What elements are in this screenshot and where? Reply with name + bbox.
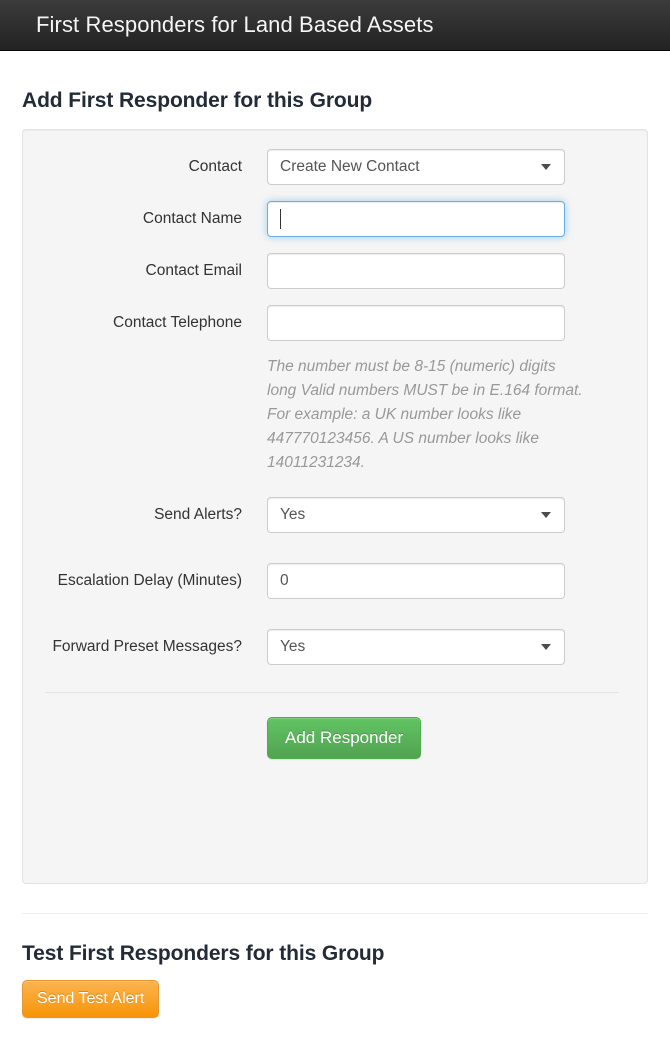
send-alerts-select-wrap: Yes: [267, 497, 565, 533]
form-row-contact-name: Contact Name: [23, 201, 647, 237]
add-responder-heading: Add First Responder for this Group: [22, 89, 373, 112]
navbar-title: First Responders for Land Based Assets: [36, 12, 434, 37]
contact-email-input[interactable]: [267, 253, 565, 289]
label-contact-name: Contact Name: [142, 210, 242, 227]
form-row-contact: Contact Create New Contact: [23, 149, 647, 185]
label-contact-telephone: Contact Telephone: [113, 314, 242, 331]
page-content: Add First Responder for this Group Conta…: [0, 89, 670, 1018]
label-forward-preset-messages: Forward Preset Messages?: [52, 638, 242, 655]
text-caret: [280, 209, 281, 229]
add-responder-button[interactable]: Add Responder: [267, 717, 422, 759]
send-alerts-select[interactable]: Yes: [267, 497, 565, 533]
forward-preset-select-wrap: Yes: [267, 629, 565, 665]
contact-select-wrap: Create New Contact: [267, 149, 565, 185]
top-navbar: First Responders for Land Based Assets: [0, 0, 670, 51]
contact-name-input-wrap: [267, 201, 565, 237]
telephone-help-text: The number must be 8-15 (numeric) digits…: [267, 358, 583, 471]
forward-preset-messages-select[interactable]: Yes: [267, 629, 565, 665]
label-contact-email: Contact Email: [145, 262, 242, 279]
label-escalation-delay: Escalation Delay (Minutes): [57, 572, 242, 589]
contact-select[interactable]: Create New Contact: [267, 149, 565, 185]
form-divider: [45, 692, 619, 693]
test-responders-heading: Test First Responders for this Group: [22, 942, 385, 965]
label-send-alerts: Send Alerts?: [154, 506, 242, 523]
section-divider: [22, 913, 648, 914]
label-contact: Contact: [188, 158, 242, 175]
contact-telephone-input[interactable]: [267, 305, 565, 341]
form-row-contact-email: Contact Email: [23, 253, 647, 289]
add-responder-panel: Contact Create New Contact Contact Name: [22, 129, 648, 884]
submit-row: Add Responder: [23, 717, 647, 759]
contact-name-input[interactable]: [267, 201, 565, 237]
form-row-contact-telephone: Contact Telephone: [23, 305, 647, 341]
form-row-forward-preset-messages: Forward Preset Messages? Yes: [23, 629, 647, 665]
form-row-send-alerts: Send Alerts? Yes: [23, 497, 647, 533]
telephone-help-row: The number must be 8-15 (numeric) digits…: [23, 351, 647, 475]
send-test-alert-button[interactable]: Send Test Alert: [22, 980, 160, 1018]
form-row-escalation-delay: Escalation Delay (Minutes): [23, 563, 647, 599]
escalation-delay-input[interactable]: [267, 563, 565, 599]
